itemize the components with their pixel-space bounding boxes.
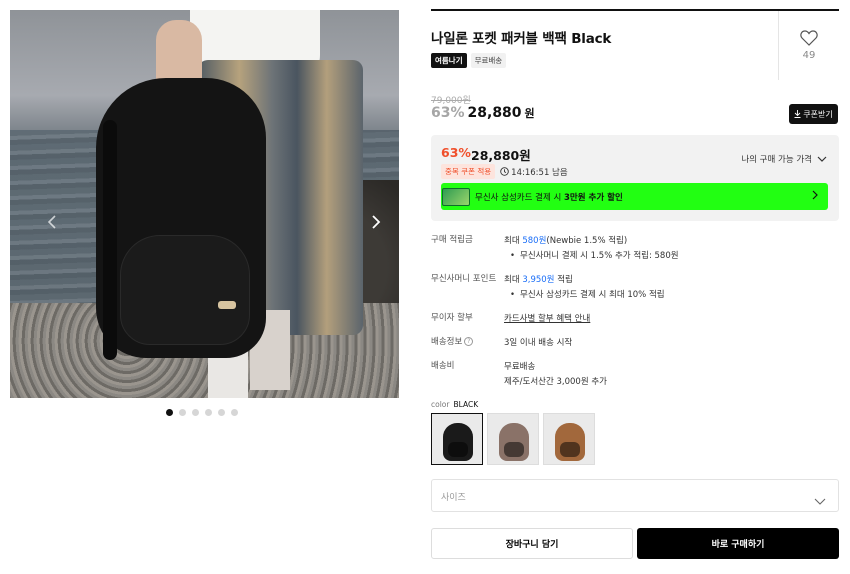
image-logo-patch <box>218 301 236 309</box>
gallery-dot[interactable] <box>231 409 238 416</box>
gallery-dot[interactable] <box>179 409 186 416</box>
swatch-pocket <box>448 442 468 457</box>
buy-now-button[interactable]: 바로 구매하기 <box>637 528 839 559</box>
color-swatches <box>431 413 595 465</box>
clock-icon <box>500 167 509 176</box>
gallery-dot[interactable] <box>192 409 199 416</box>
gallery-dot[interactable] <box>218 409 225 416</box>
info-label: 구매 적립금 <box>431 235 473 245</box>
info-label: 무신사머니 포인트 <box>431 274 497 284</box>
product-image[interactable] <box>10 10 399 398</box>
price-row: 63% 28,880 원 <box>431 105 535 121</box>
gallery-dot[interactable] <box>205 409 212 416</box>
size-select[interactable]: 사이즈 <box>431 479 839 512</box>
swatch-camel[interactable] <box>543 413 595 465</box>
money-value: 3,950원 <box>522 275 555 285</box>
chevron-right-icon <box>812 190 818 203</box>
image-backpack-pocket <box>120 235 250 345</box>
info-value: 최대 3,950원 적립 무신사 삼성카드 결제 시 최대 10% 적립 <box>504 273 834 303</box>
coupon-download-label: 쿠폰받기 <box>803 109 833 119</box>
image-strap <box>103 120 117 360</box>
like-count: 49 <box>802 50 816 61</box>
banner-prefix: 무신사 삼성카드 결제 시 <box>475 192 565 203</box>
points-detail: 무신사머니 결제 시 1.5% 추가 적립: 580원 <box>504 249 834 264</box>
gallery-dot[interactable] <box>166 409 173 416</box>
info-label: 배송비 <box>431 361 455 371</box>
color-selected-value: BLACK <box>453 400 479 409</box>
installment-link[interactable]: 카드사별 할부 혜택 안내 <box>504 314 590 324</box>
points-prefix: 최대 <box>504 236 523 246</box>
swatch-brown-gray[interactable] <box>487 413 539 465</box>
timer-text: 14:16:51 남음 <box>511 167 568 178</box>
card-image <box>442 187 470 206</box>
money-detail: 무신사 삼성카드 결제 시 최대 10% 적립 <box>504 288 834 303</box>
banner-text: 무신사 삼성카드 결제 시 3만원 추가 할인 <box>475 191 623 203</box>
gallery-dots <box>166 409 238 416</box>
info-value: 3일 이내 배송 시작 <box>504 338 573 348</box>
sale-price: 28,880 <box>467 105 522 121</box>
help-icon[interactable]: ? <box>464 337 474 346</box>
duplicate-coupon-badge: 중복 쿠폰 적용 <box>441 164 496 179</box>
shipping-label: 배송정보 <box>431 337 463 347</box>
product-tags: 여름나기 무료배송 <box>431 53 507 68</box>
add-to-cart-button[interactable]: 장바구니 담기 <box>431 528 633 559</box>
banner-highlight: 3만원 추가 할인 <box>564 192 623 203</box>
countdown-timer: 14:16:51 남음 <box>500 166 568 178</box>
my-price-toggle[interactable]: 나의 구매 가능 가격 <box>741 153 827 165</box>
info-label: 배송정보? <box>431 336 501 348</box>
my-price-sub: 중복 쿠폰 적용 14:16:51 남음 <box>441 164 568 179</box>
chevron-right-icon[interactable] <box>364 210 388 234</box>
money-prefix: 최대 <box>504 275 523 285</box>
swatch-pocket <box>560 442 580 457</box>
shipping-fee-main: 무료배송 <box>504 362 536 372</box>
tag-summer: 여름나기 <box>431 53 467 68</box>
my-price-panel: 63% 28,880원 중복 쿠폰 적용 14:16:51 남음 나의 구매 가… <box>431 135 839 221</box>
my-discount-percent: 63% <box>441 145 471 160</box>
heart-icon <box>800 30 818 46</box>
like-button[interactable]: 49 <box>795 30 823 61</box>
size-placeholder: 사이즈 <box>441 493 466 503</box>
color-option-label: color BLACK <box>431 400 478 409</box>
points-suffix: (Newbie 1.5% 적립) <box>546 236 628 246</box>
swatch-pocket <box>504 442 524 457</box>
info-value: 카드사별 할부 혜택 안내 <box>504 312 834 327</box>
chevron-down-icon <box>814 490 826 509</box>
info-value: 무료배송 제주/도서산간 3,000원 추가 <box>504 360 834 390</box>
tag-free-shipping: 무료배송 <box>470 53 507 68</box>
color-label-text: color <box>431 400 450 409</box>
divider <box>778 11 779 80</box>
points-value: 580원 <box>522 236 547 246</box>
my-price-value: 28,880원 <box>471 148 531 163</box>
product-title: 나일론 포켓 패커블 백팩 Black <box>431 31 612 47</box>
my-price-link-label: 나의 구매 가능 가격 <box>741 155 812 165</box>
info-label: 무이자 할부 <box>431 313 473 323</box>
chevron-left-icon[interactable] <box>40 210 64 234</box>
coupon-download-button[interactable]: 쿠폰받기 <box>789 104 838 124</box>
discount-percent: 63% <box>431 105 465 121</box>
price-unit: 원 <box>524 107 535 120</box>
swatch-black[interactable] <box>431 413 483 465</box>
chevron-down-icon <box>817 156 827 162</box>
shipping-fee-extra: 제주/도서산간 3,000원 추가 <box>504 377 607 387</box>
download-icon <box>794 110 801 118</box>
info-value: 최대 580원(Newbie 1.5% 적립) 무신사머니 결제 시 1.5% … <box>504 234 834 264</box>
card-promo-banner[interactable]: 무신사 삼성카드 결제 시 3만원 추가 할인 <box>441 183 828 210</box>
money-suffix: 적립 <box>554 275 573 285</box>
